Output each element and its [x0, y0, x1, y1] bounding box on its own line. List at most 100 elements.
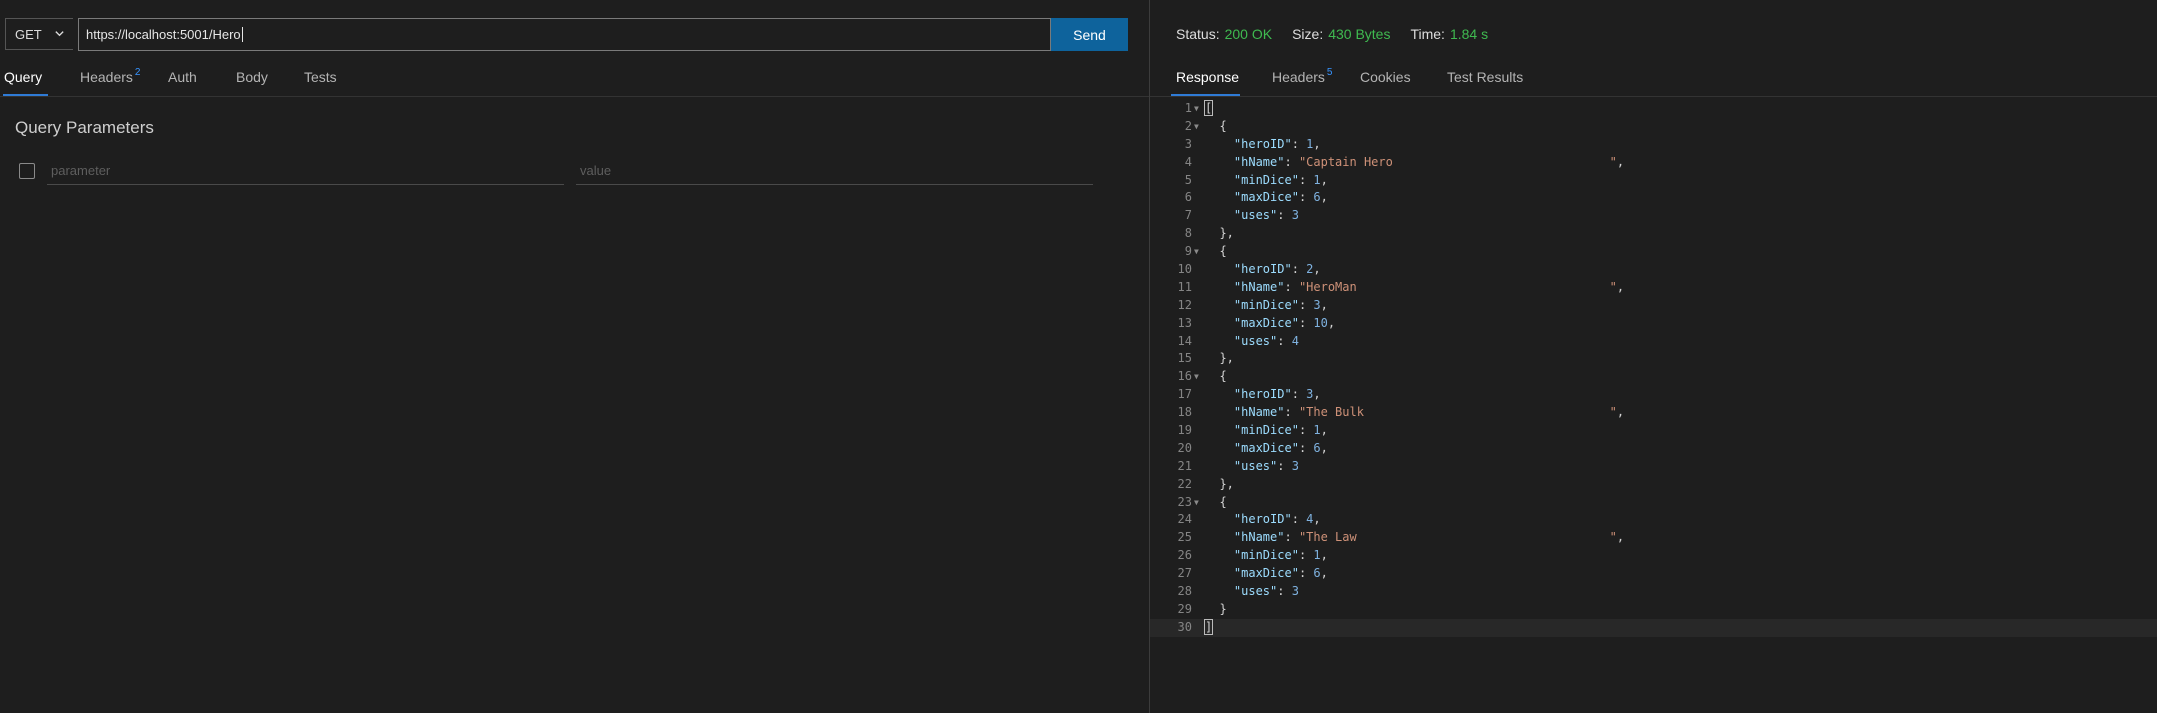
parameter-input[interactable]: parameter [47, 158, 564, 185]
active-response-tab-indicator [1171, 94, 1240, 96]
code-text: ] [1203, 618, 1214, 635]
tab-response-headers-label: Headers [1272, 69, 1325, 85]
tab-auth-label: Auth [168, 69, 197, 85]
code-text: "uses": 4 [1233, 333, 1299, 348]
code-line: 6 "maxDice": 6, [1150, 189, 2157, 207]
code-text: { [1205, 369, 1227, 384]
fold-chevron-icon[interactable]: ▼ [1194, 100, 1199, 118]
response-tabs: Response Headers 5 Cookies Test Results [1150, 64, 2157, 97]
code-line: 7 "uses": 3 [1150, 207, 2157, 225]
line-number: 28 [1177, 584, 1192, 599]
tab-body-label: Body [236, 69, 268, 85]
line-number: 14 [1177, 333, 1192, 348]
code-text: "minDice": 1, [1233, 548, 1328, 563]
code-line: 29 } [1150, 601, 2157, 619]
response-body-editor[interactable]: 1 ▼[2 ▼ {3 "heroID": 1, 4 "hName": "Captain… [1150, 100, 2157, 637]
fold-chevron-icon[interactable]: ▼ [1194, 243, 1199, 261]
time-value: 1.84 s [1449, 26, 1489, 42]
code-line: 27 "maxDice": 6, [1150, 565, 2157, 583]
line-number: 9 [1184, 244, 1192, 259]
active-tab-indicator [3, 94, 48, 96]
line-number: 29 [1177, 601, 1192, 616]
code-line: 21 "uses": 3 [1150, 458, 2157, 476]
line-number: 3 [1184, 136, 1192, 151]
code-text: { [1205, 494, 1227, 509]
url-input[interactable]: https://localhost:5001/Hero [78, 18, 1051, 51]
size-info: Size: 430 Bytes [1292, 26, 1390, 42]
line-number: 10 [1177, 262, 1192, 277]
tab-cookies[interactable]: Cookies [1360, 69, 1411, 85]
code-line: 4 "hName": "Captain Hero ", [1150, 154, 2157, 172]
code-text: "uses": 3 [1233, 458, 1299, 473]
tab-auth[interactable]: Auth [168, 69, 197, 85]
code-text: }, [1205, 351, 1234, 366]
tab-tests-label: Tests [304, 69, 337, 85]
tab-tests[interactable]: Tests [304, 69, 337, 85]
code-text: [ [1203, 100, 1214, 116]
fold-chevron-icon[interactable]: ▼ [1194, 494, 1199, 512]
line-number: 6 [1184, 190, 1192, 205]
tab-body[interactable]: Body [236, 69, 268, 85]
size-label: Size: [1292, 26, 1324, 42]
tab-response-headers[interactable]: Headers 5 [1272, 67, 1332, 85]
code-text: } [1205, 601, 1227, 616]
code-line: 30] [1150, 618, 2157, 637]
code-line: 24 "heroID": 4, [1150, 511, 2157, 529]
time-label: Time: [1410, 26, 1445, 42]
tab-headers-label: Headers [80, 69, 133, 85]
code-line: 19 "minDice": 1, [1150, 422, 2157, 440]
headers-count-badge: 2 [134, 67, 141, 78]
method-select[interactable]: GET [5, 18, 73, 50]
line-number: 19 [1177, 423, 1192, 438]
text-cursor [241, 27, 243, 42]
line-number: 8 [1184, 226, 1192, 241]
code-line: 16 ▼ { [1150, 368, 2157, 386]
line-number: 13 [1177, 315, 1192, 330]
code-text: "maxDice": 10, [1233, 315, 1336, 330]
response-status-bar: Status: 200 OK Size: 430 Bytes Time: 1.8… [1176, 26, 1508, 42]
tab-query[interactable]: Query [4, 69, 42, 85]
code-line: 12 "minDice": 3, [1150, 297, 2157, 315]
fold-chevron-icon[interactable]: ▼ [1194, 368, 1199, 386]
code-line: 20 "maxDice": 6, [1150, 440, 2157, 458]
code-text: "hName": "The Law ", [1233, 530, 1625, 545]
fold-chevron-icon[interactable]: ▼ [1194, 118, 1199, 136]
request-tabs: Query Headers 2 Auth Body Tests [0, 64, 1149, 97]
code-text: "uses": 3 [1233, 208, 1299, 223]
size-value: 430 Bytes [1328, 26, 1391, 42]
send-button[interactable]: Send [1051, 18, 1128, 51]
code-line: 3 "heroID": 1, [1150, 136, 2157, 154]
code-text: { [1205, 244, 1227, 259]
line-number: 22 [1177, 476, 1192, 491]
code-line: 2 ▼ { [1150, 118, 2157, 136]
status-info: Status: 200 OK [1176, 26, 1272, 42]
code-text: }, [1205, 476, 1234, 491]
code-line: 13 "maxDice": 10, [1150, 315, 2157, 333]
code-line: 8 }, [1150, 225, 2157, 243]
line-number: 25 [1177, 530, 1192, 545]
code-text: "heroID": 1, [1233, 136, 1321, 151]
tab-headers[interactable]: Headers 2 [80, 67, 141, 85]
value-input[interactable]: value [576, 158, 1093, 185]
query-parameters-title: Query Parameters [15, 118, 154, 137]
url-value: https://localhost:5001/Hero [86, 27, 241, 42]
tab-response[interactable]: Response [1176, 69, 1239, 85]
line-number: 23 [1177, 494, 1192, 509]
code-text: "heroID": 2, [1233, 262, 1321, 277]
code-line: 26 "minDice": 1, [1150, 547, 2157, 565]
tab-response-label: Response [1176, 69, 1240, 85]
time-info: Time: 1.84 s [1410, 26, 1488, 42]
line-number: 15 [1177, 351, 1192, 366]
line-number: 11 [1177, 279, 1192, 294]
param-enable-checkbox[interactable] [19, 163, 35, 179]
code-line: 10 "heroID": 2, [1150, 261, 2157, 279]
tab-test-results[interactable]: Test Results [1447, 69, 1523, 85]
line-number: 20 [1177, 440, 1192, 455]
response-panel: Status: 200 OK Size: 430 Bytes Time: 1.8… [1150, 0, 2157, 713]
code-line: 9 ▼ { [1150, 243, 2157, 261]
code-text: "heroID": 4, [1233, 512, 1321, 527]
status-value: 200 OK [1224, 26, 1273, 42]
line-number: 7 [1184, 208, 1192, 223]
request-panel: GET https://localhost:5001/Hero Send Que… [0, 0, 1149, 713]
code-line: 17 "heroID": 3, [1150, 386, 2157, 404]
